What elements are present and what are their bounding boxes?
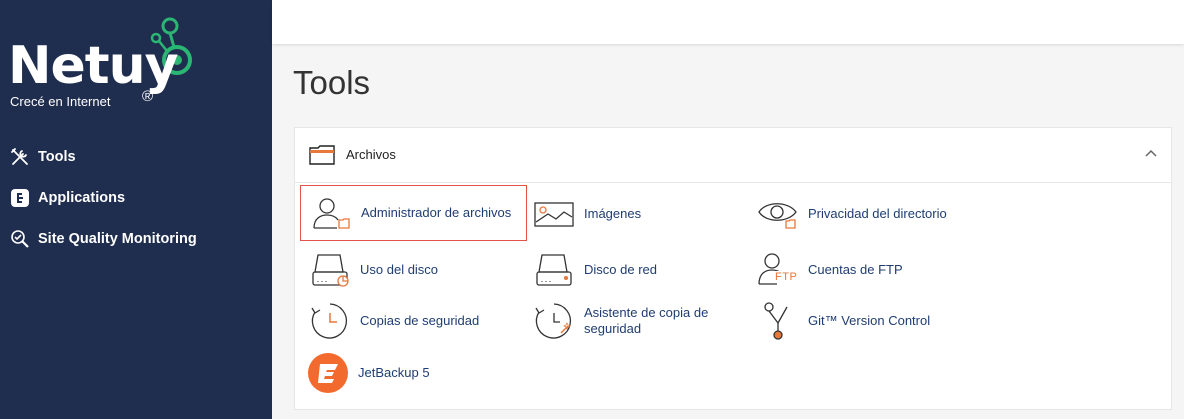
- tool-network-disk[interactable]: Disco de red: [533, 249, 753, 291]
- ftp-badge: FTP: [774, 271, 799, 283]
- chevron-up-icon[interactable]: [1145, 149, 1157, 157]
- sidebar-nav: Tools Applications Site Quality Monitori…: [0, 136, 272, 259]
- panel-title: Archivos: [346, 147, 396, 162]
- tool-label: Uso del disco: [360, 262, 439, 277]
- files-panel: Archivos Administrador de archivos Imáge…: [294, 127, 1172, 410]
- tool-label: Administrador de archivos: [361, 205, 512, 220]
- sidebar-item-label: Applications: [38, 189, 126, 206]
- tool-label: Copias de seguridad: [360, 313, 480, 328]
- sidebar-item-site-quality-monitoring[interactable]: Site Quality Monitoring: [0, 218, 272, 259]
- tool-label: Imágenes: [584, 206, 642, 221]
- images-icon: [533, 193, 575, 235]
- tool-file-manager[interactable]: Administrador de archivos: [300, 185, 527, 241]
- top-bar: [272, 0, 1184, 44]
- sidebar: Netuy Crecé en Internet ® Tools Applicat…: [0, 0, 272, 419]
- sidebar-item-applications[interactable]: Applications: [0, 177, 272, 218]
- page-title: Tools: [293, 64, 371, 101]
- tool-jetbackup[interactable]: JetBackup 5: [307, 352, 527, 394]
- tool-directory-privacy[interactable]: Privacidad del directorio: [757, 193, 997, 235]
- sidebar-item-label: Tools: [38, 148, 76, 165]
- tool-images[interactable]: Imágenes: [533, 193, 753, 235]
- jetbackup-icon: [307, 352, 349, 394]
- directory-privacy-icon: [757, 193, 799, 235]
- backup-wizard-icon: [533, 300, 575, 342]
- tool-disk-usage[interactable]: Uso del disco: [309, 249, 529, 291]
- file-manager-icon: [310, 192, 352, 234]
- tool-label: JetBackup 5: [358, 365, 430, 380]
- tool-label: Cuentas de FTP: [808, 262, 903, 277]
- tool-label: Git™ Version Control: [808, 313, 931, 328]
- tools-icon: [9, 146, 31, 168]
- magnifier-icon: [9, 228, 31, 250]
- disk-usage-icon: [309, 249, 351, 291]
- tool-backup-wizard[interactable]: Asistente de copia de seguridad: [533, 300, 753, 342]
- tool-label: Asistente de copia de seguridad: [584, 305, 709, 336]
- ftp-accounts-icon: FTP: [757, 249, 799, 291]
- backup-icon: [309, 300, 351, 342]
- applications-icon: [9, 187, 31, 209]
- folder-icon: [309, 145, 335, 165]
- brand-logo[interactable]: Netuy Crecé en Internet ®: [8, 16, 198, 112]
- git-icon: [757, 300, 799, 342]
- brand-tagline: Crecé en Internet: [10, 94, 111, 109]
- panel-header[interactable]: Archivos: [295, 128, 1171, 183]
- tool-label: Disco de red: [584, 262, 657, 277]
- sidebar-item-label: Site Quality Monitoring: [38, 230, 197, 247]
- brand-registered: ®: [142, 88, 154, 105]
- sidebar-item-tools[interactable]: Tools: [0, 136, 272, 177]
- tool-label: Privacidad del directorio: [808, 206, 947, 221]
- brand-name: Netuy: [8, 36, 179, 96]
- tool-backups[interactable]: Copias de seguridad: [309, 300, 529, 342]
- tool-git-version-control[interactable]: Git™ Version Control: [757, 300, 997, 342]
- network-disk-icon: [533, 249, 575, 291]
- tool-ftp-accounts[interactable]: FTP Cuentas de FTP: [757, 249, 997, 291]
